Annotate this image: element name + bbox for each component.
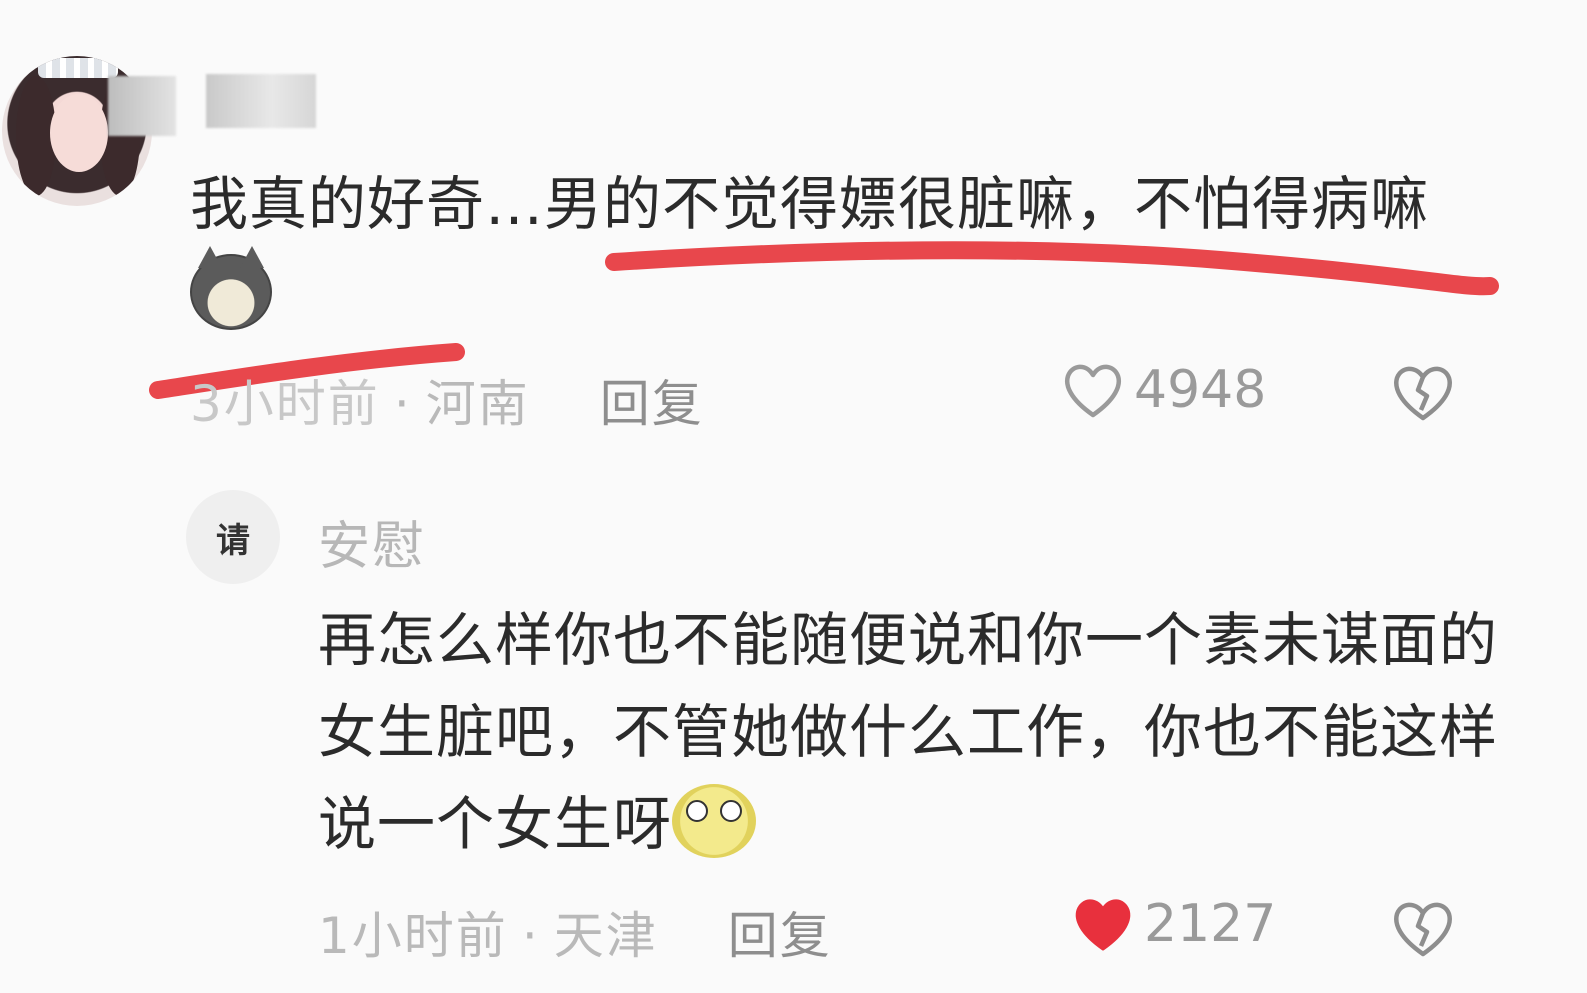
reply-body: 再怎么样你也不能随便说和你一个素未谋面的女生脏吧，不管她做什么工作，你也不能这样… <box>318 606 1499 858</box>
like-button[interactable]: 2127 <box>1072 894 1276 954</box>
like-count: 2127 <box>1144 894 1277 954</box>
username-blurred-extra <box>206 74 316 128</box>
surprised-face-emoji <box>672 784 757 858</box>
comment-meta: 3小时前 · 河南 回复 <box>190 364 704 436</box>
comment: 我真的好奇…男的不觉得嫖很脏嘛，不怕得病嘛 3小时前 · 河南 回复 4948 <box>0 0 1587 440</box>
dog-face-emoji <box>190 246 272 330</box>
broken-heart-icon[interactable] <box>1390 362 1456 422</box>
reply-username[interactable]: 安慰 <box>318 504 426 579</box>
like-count: 4948 <box>1134 360 1267 420</box>
broken-heart-icon[interactable] <box>1390 898 1456 958</box>
reply-button[interactable]: 回复 <box>728 907 832 965</box>
like-button[interactable]: 4948 <box>1062 360 1266 420</box>
separator-dot: · <box>393 375 412 433</box>
reply-location: 天津 <box>553 907 658 965</box>
comment-body: 我真的好奇…男的不觉得嫖很脏嘛，不怕得病嘛 <box>190 170 1430 238</box>
reply-comment: 请 安慰 再怎么样你也不能随便说和你一个素未谋面的女生脏吧，不管她做什么工作，你… <box>0 470 1587 993</box>
reply-text: 再怎么样你也不能随便说和你一个素未谋面的女生脏吧，不管她做什么工作，你也不能这样… <box>318 594 1498 870</box>
reply-avatar[interactable]: 请 <box>186 490 280 584</box>
reply-avatar-text: 请 <box>216 520 250 561</box>
avatar-crown <box>38 58 118 78</box>
comment-location: 河南 <box>425 375 530 433</box>
red-underline-long <box>605 241 1499 296</box>
username-blurred[interactable] <box>108 76 176 136</box>
reply-button[interactable]: 回复 <box>600 375 704 433</box>
heart-outline-icon <box>1065 364 1121 418</box>
heart-filled-icon <box>1075 899 1131 951</box>
comment-time: 3小时前 <box>190 375 380 433</box>
reply-meta: 1小时前 · 天津 回复 <box>318 896 832 968</box>
avatar-face <box>50 94 108 172</box>
separator-dot: · <box>521 907 540 965</box>
reply-time: 1小时前 <box>318 907 508 965</box>
